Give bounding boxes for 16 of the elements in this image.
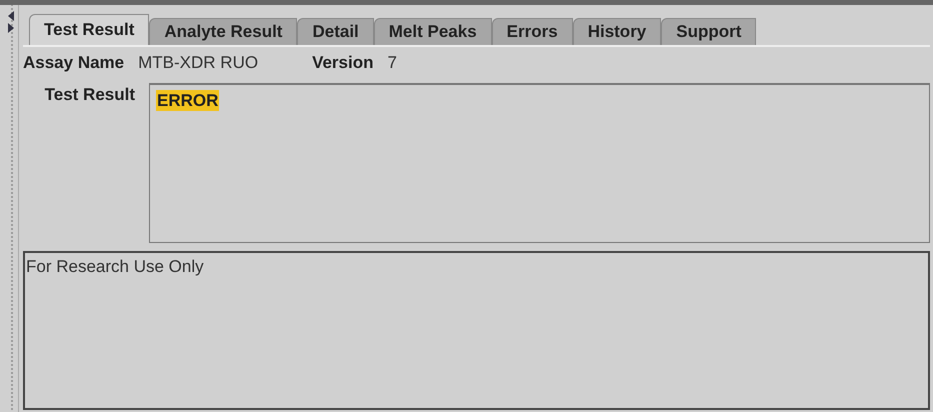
- test-result-label: Test Result: [44, 85, 135, 105]
- right-arrow-icon[interactable]: [8, 23, 14, 33]
- assay-name-label: Assay Name: [23, 53, 124, 73]
- tab[interactable]: Errors: [492, 18, 573, 45]
- version-value: 7: [388, 53, 397, 73]
- test-result-value: ERROR: [156, 90, 220, 111]
- tab[interactable]: Test Result: [29, 14, 150, 45]
- tab[interactable]: Support: [661, 18, 756, 45]
- notes-text-area: For Research Use Only: [23, 251, 930, 410]
- tab[interactable]: History: [572, 18, 662, 45]
- version-label: Version: [312, 53, 374, 73]
- assay-name-value: MTB-XDR RUO: [138, 53, 258, 73]
- left-arrow-icon[interactable]: [8, 11, 14, 21]
- tab[interactable]: Analyte Result: [149, 18, 298, 45]
- tab[interactable]: Melt Peaks: [374, 18, 492, 45]
- tab[interactable]: Detail: [297, 18, 374, 45]
